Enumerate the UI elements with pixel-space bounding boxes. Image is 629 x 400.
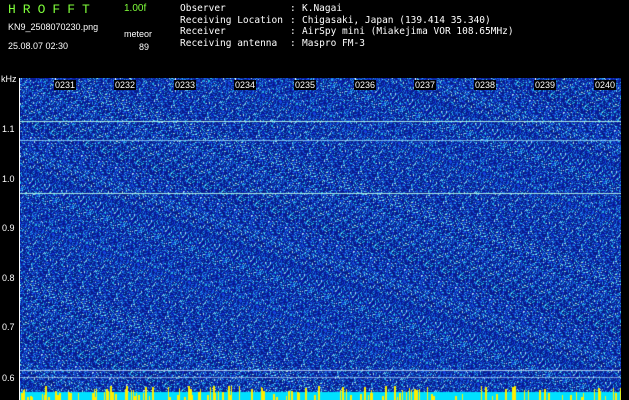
meta-value: Maspro FM-3 [302, 37, 365, 49]
x-tick-label: 0240 [594, 80, 617, 90]
app-logo: HROFFT [8, 2, 97, 17]
meta-label: Observer [180, 3, 226, 14]
version-label: 1.00f [124, 3, 147, 14]
x-tick-label: 0236 [354, 80, 377, 90]
y-tick-label: 1.0 [2, 174, 15, 184]
meta-label: Receiving antenna [180, 37, 278, 49]
x-tick-label: 0234 [234, 80, 257, 90]
axis-unit-label: kHz [1, 74, 17, 84]
left-axis-line [19, 78, 20, 400]
y-tick-label: 0.8 [2, 273, 15, 283]
y-tick-label: 0.9 [2, 223, 15, 233]
x-tick-label: 0233 [174, 80, 197, 90]
y-tick-label: 1.1 [2, 124, 15, 134]
x-tick-label: 0235 [294, 80, 317, 90]
meta-label: Receiver [180, 26, 226, 37]
meta-separator: : [290, 3, 296, 14]
y-tick-label: 0.6 [2, 373, 15, 383]
x-tick-label: 0239 [534, 80, 557, 90]
meta-row-observer: Observer: K.Nagai [180, 3, 514, 15]
x-tick-label: 0231 [54, 80, 77, 90]
y-tick-label: 0.7 [2, 322, 15, 332]
x-tick-label: 0238 [474, 80, 497, 90]
meta-value: K.Nagai [302, 3, 343, 14]
observation-metadata: Observer: K.Nagai Receiving Location: Chig… [180, 3, 514, 49]
spectrogram-canvas [20, 78, 621, 400]
meteor-label: meteor [124, 29, 153, 39]
meta-separator: : [290, 14, 296, 26]
x-tick-label: 0237 [414, 80, 437, 90]
x-tick-label: 0232 [114, 80, 137, 90]
meta-value: AirSpy mini (Miakejima VOR 108.65MHz) [302, 26, 514, 37]
meta-label: Receiving Location [180, 14, 283, 26]
file-name: KN9_2508070230.png [8, 22, 99, 32]
meta-row-location: Receiving Location: Chigasaki, Japan (139… [180, 15, 514, 27]
observation-datetime: 25.08.07 02:30 [8, 41, 69, 51]
meteor-count: 89 [139, 42, 150, 52]
meta-row-antenna: Receiving antenna: Maspro FM-3 [180, 38, 514, 50]
meta-separator: : [290, 37, 296, 49]
meta-separator: : [290, 26, 296, 37]
meta-value: Chigasaki, Japan (139.414 35.340) [302, 14, 491, 26]
meta-row-receiver: Receiver: AirSpy mini (Miakejima VOR 108.… [180, 26, 514, 38]
